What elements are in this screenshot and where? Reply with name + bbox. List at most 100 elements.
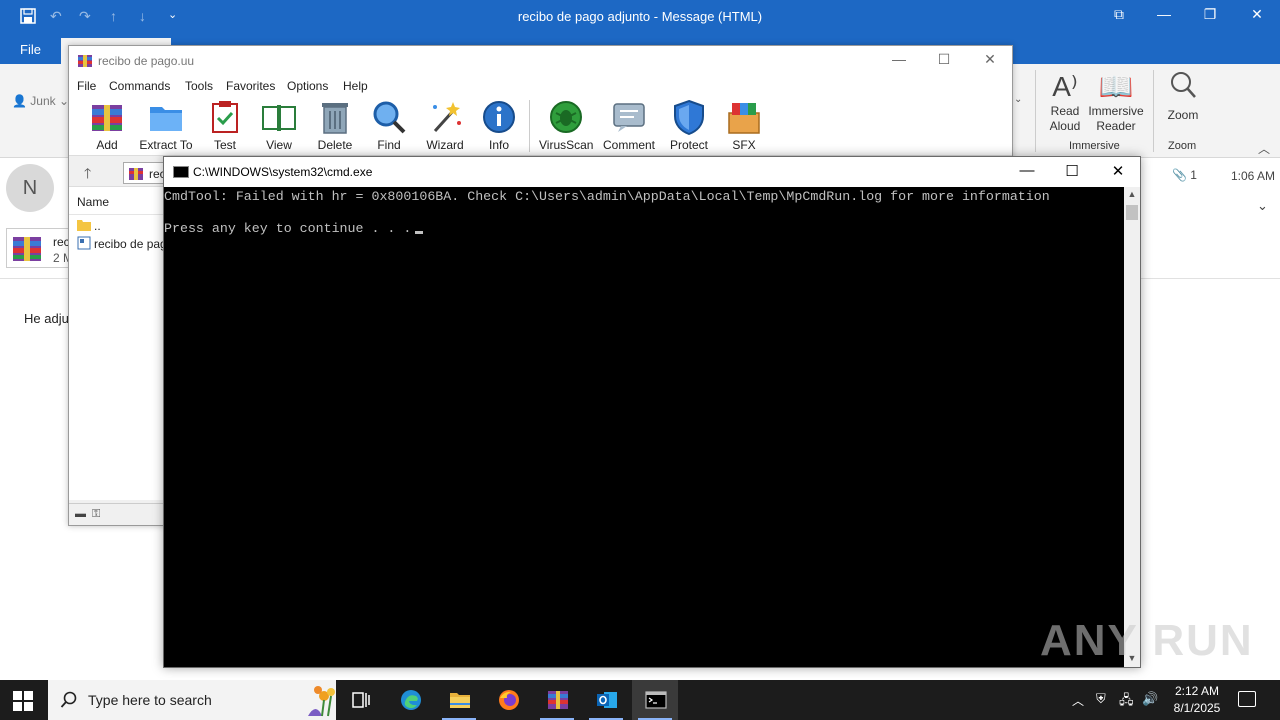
- cmd-close-icon[interactable]: ✕: [1105, 162, 1131, 182]
- extract-to-label: Extract To: [139, 138, 193, 152]
- protect-button[interactable]: Protect: [667, 99, 711, 152]
- collapse-ribbon-icon[interactable]: ︿: [1258, 140, 1270, 157]
- folder-icon: [77, 220, 91, 231]
- wizard-label: Wizard: [426, 138, 464, 152]
- test-label: Test: [213, 138, 236, 152]
- wizard-button[interactable]: Wizard: [425, 99, 465, 152]
- virusscan-label: VirusScan: [539, 138, 594, 152]
- comment-label: Comment: [602, 138, 655, 152]
- close-icon[interactable]: ✕: [1245, 6, 1269, 26]
- sfx-box-icon: [728, 103, 760, 134]
- task-view-icon: [352, 692, 370, 708]
- comment-icon: [613, 103, 645, 132]
- list-item-name: ..: [94, 219, 101, 233]
- expand-header-icon[interactable]: ⌄: [1257, 198, 1268, 214]
- find-label: Find: [377, 138, 401, 152]
- outlook-window-title: recibo de pago adjunto - Message (HTML): [517, 9, 763, 24]
- taskbar-winrar[interactable]: [534, 680, 580, 720]
- zoom-group-label: Zoom: [1168, 140, 1197, 152]
- extract-folder-icon: [150, 107, 182, 131]
- menu-commands[interactable]: Commands: [109, 79, 170, 93]
- info-button[interactable]: Info: [481, 99, 517, 152]
- taskbar-cmd[interactable]: [632, 680, 678, 720]
- add-button[interactable]: Add: [89, 99, 125, 152]
- read-aloud-label-2: Aloud: [1049, 119, 1081, 133]
- winrar-titlebar: recibo de pago.uu — ☐ ✕: [69, 46, 1012, 76]
- junk-icon: 👤: [12, 94, 27, 108]
- windows-logo-icon: [13, 691, 22, 700]
- winrar-menubar: File Commands Tools Favorites Options He…: [69, 76, 1012, 96]
- taskbar-firefox[interactable]: [485, 680, 531, 720]
- read-aloud-label-1: Read: [1050, 104, 1080, 118]
- show-hidden-icons-icon[interactable]: ︿: [1072, 692, 1084, 709]
- file-icon: [77, 236, 91, 250]
- restore-icon[interactable]: ❐: [1198, 6, 1222, 26]
- start-button[interactable]: [13, 691, 33, 711]
- virusscan-button[interactable]: VirusScan: [539, 99, 593, 152]
- taskbar-file-explorer[interactable]: [436, 680, 482, 720]
- winrar-minimize-icon[interactable]: —: [887, 51, 911, 71]
- winrar-window-title: recibo de pago.uu: [98, 54, 195, 68]
- network-icon[interactable]: 🖧: [1119, 691, 1134, 713]
- taskbar-search-box[interactable]: Type here to search: [48, 680, 336, 720]
- cmd-window-title: C:\WINDOWS\system32\cmd.exe: [193, 165, 373, 179]
- view-button[interactable]: View: [257, 99, 301, 152]
- up-folder-icon[interactable]: 🡑: [84, 163, 91, 187]
- ribbon-scroll-icon[interactable]: ⌄: [1014, 94, 1022, 105]
- cmd-maximize-icon[interactable]: ☐: [1059, 162, 1085, 182]
- read-aloud-button[interactable]: A⁾ Read Aloud: [1044, 70, 1086, 134]
- cmd-icon: [645, 691, 667, 709]
- ribbon-display-options-icon[interactable]: ⧉: [1107, 6, 1131, 26]
- search-placeholder: Type here to search: [88, 692, 212, 708]
- delete-button[interactable]: Delete: [315, 99, 355, 152]
- test-button[interactable]: Test: [207, 99, 243, 152]
- test-clipboard-icon: [212, 101, 238, 133]
- volume-icon[interactable]: 🔊: [1142, 691, 1158, 707]
- zoom-button[interactable]: Zoom: [1162, 70, 1204, 123]
- menu-favorites[interactable]: Favorites: [226, 79, 275, 93]
- cmd-console[interactable]: CmdTool: Failed with hr = 0x800106BA. Ch…: [164, 187, 1124, 667]
- attachment-count-value: 1: [1190, 168, 1197, 182]
- taskbar-edge[interactable]: [387, 680, 433, 720]
- taskbar: Type here to search ︿ ⛨ 🖧 🔊 2:12 AM 8/1/…: [0, 680, 1280, 720]
- taskbar-outlook[interactable]: [583, 680, 629, 720]
- info-label: Info: [488, 138, 509, 152]
- cmd-minimize-icon[interactable]: —: [1014, 162, 1040, 182]
- defender-tray-icon[interactable]: ⛨: [1096, 691, 1106, 707]
- drive-icon: ▬: [75, 508, 86, 520]
- sfx-button[interactable]: SFX: [725, 99, 763, 152]
- cmd-window: C:\WINDOWS\system32\cmd.exe — ☐ ✕ CmdToo…: [163, 156, 1141, 668]
- column-name[interactable]: Name: [77, 195, 109, 209]
- zoom-label: Zoom: [1167, 108, 1199, 122]
- extract-to-button[interactable]: Extract To: [139, 99, 193, 152]
- find-magnifier-icon: [373, 101, 406, 134]
- message-body-text: He adju: [24, 311, 69, 326]
- winrar-maximize-icon[interactable]: ☐: [932, 51, 956, 71]
- notification-center-icon[interactable]: [1238, 691, 1256, 707]
- find-button[interactable]: Find: [371, 99, 407, 152]
- ribbon-separator: [1035, 70, 1036, 152]
- minimize-icon[interactable]: —: [1152, 6, 1176, 26]
- sender-avatar: N: [6, 164, 54, 212]
- console-line: CmdTool: Failed with hr = 0x800106BA. Ch…: [164, 189, 1050, 204]
- menu-tools[interactable]: Tools: [185, 79, 213, 93]
- protect-shield-icon: [674, 99, 704, 135]
- scrollbar-thumb[interactable]: [1126, 205, 1138, 220]
- attachment-count: 📎 1: [1172, 168, 1197, 182]
- menu-options[interactable]: Options: [287, 79, 328, 93]
- scroll-up-icon[interactable]: ▲: [1124, 189, 1140, 199]
- menu-help[interactable]: Help: [343, 79, 368, 93]
- zoom-icon: [1162, 70, 1204, 108]
- info-icon: [483, 101, 515, 133]
- cmd-titlebar: C:\WINDOWS\system32\cmd.exe — ☐ ✕: [164, 157, 1140, 187]
- task-view-button[interactable]: [337, 680, 383, 720]
- file-explorer-icon: [450, 693, 470, 708]
- menu-file[interactable]: File: [77, 79, 96, 93]
- immersive-reader-button[interactable]: 📖 Immersive Reader: [1086, 70, 1146, 134]
- winrar-close-icon[interactable]: ✕: [978, 51, 1002, 71]
- delete-trash-icon: [322, 103, 348, 134]
- junk-button[interactable]: 👤 Junk ⌄: [12, 94, 69, 108]
- comment-button[interactable]: Comment: [601, 99, 657, 152]
- tab-file[interactable]: File: [20, 42, 41, 57]
- cmd-scrollbar[interactable]: ▲ ▼: [1124, 187, 1140, 667]
